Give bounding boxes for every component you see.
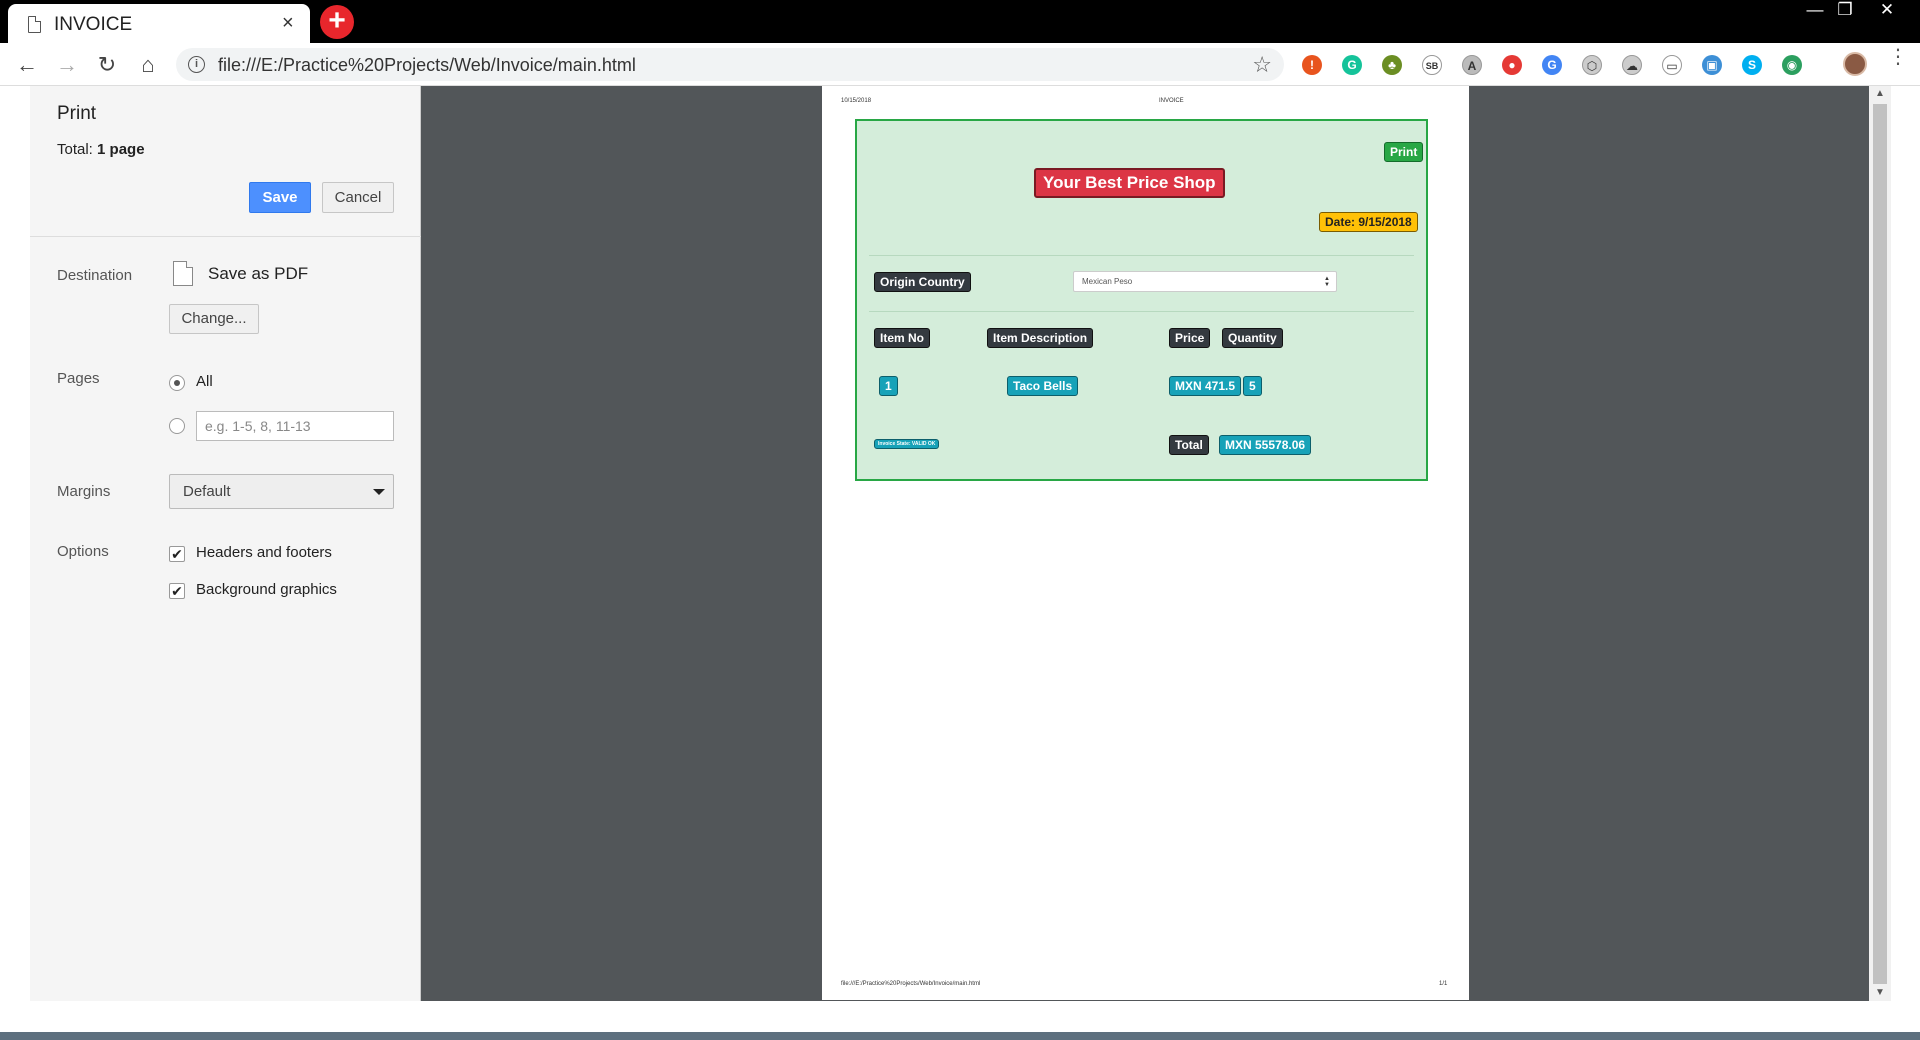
background-graphics-checkbox[interactable]: ✔ <box>169 583 185 599</box>
date-badge: Date: 9/15/2018 <box>1319 212 1418 232</box>
destination-label: Destination <box>57 267 133 284</box>
pages-label: Pages <box>57 370 100 387</box>
preview-page: 10/15/2018 INVOICE Print Your Best Price… <box>822 86 1469 1000</box>
invoice-card: Print Your Best Price Shop Date: 9/15/20… <box>855 119 1428 481</box>
margins-value: Default <box>183 483 231 500</box>
address-bar[interactable]: i file:///E:/Practice%20Projects/Web/Inv… <box>176 48 1284 81</box>
print-title: Print <box>57 103 97 124</box>
pages-custom-radio[interactable] <box>169 418 185 434</box>
sb-extension-icon[interactable]: SB <box>1422 55 1442 75</box>
url-text[interactable]: file:///E:/Practice%20Projects/Web/Invoi… <box>218 55 636 76</box>
tab-title: INVOICE <box>54 14 133 35</box>
info-icon[interactable]: i <box>188 56 205 73</box>
margins-select[interactable]: Default <box>169 474 394 509</box>
options-label: Options <box>57 543 109 560</box>
change-destination-button[interactable]: Change... <box>169 304 259 334</box>
new-tab-button[interactable]: + <box>320 5 354 39</box>
divider <box>30 236 421 237</box>
skype-extension-icon[interactable]: S <box>1742 55 1762 75</box>
col-price: Price <box>1169 328 1211 348</box>
pages-all-label: All <box>196 373 213 390</box>
item-no-value: 1 <box>879 376 898 396</box>
tab-invoice[interactable]: INVOICE × <box>8 4 310 43</box>
pdf-file-icon <box>173 261 193 286</box>
headers-footers-checkbox[interactable]: ✔ <box>169 546 185 562</box>
pages-custom-input[interactable]: e.g. 1-5, 8, 11-13 <box>196 411 394 441</box>
print-sidebar: Print Total: 1 page Save Cancel Destinat… <box>30 86 421 1001</box>
margins-label: Margins <box>57 483 111 500</box>
cast-extension-icon[interactable]: ▭ <box>1662 55 1682 75</box>
cloud-extension-icon[interactable]: ☁ <box>1622 55 1642 75</box>
scroll-down-icon[interactable]: ▼ <box>1875 987 1885 998</box>
page-icon <box>28 16 41 33</box>
item-price-value: MXN 471.5 <box>1169 376 1242 396</box>
alert-extension-icon[interactable]: ! <box>1302 55 1322 75</box>
total-value-badge: MXN 55578.06 <box>1219 435 1312 455</box>
select-arrows-icon: ▲ ▼ <box>1324 276 1330 288</box>
invoice-state-badge: Invoice State: VALID OK <box>874 439 940 449</box>
item-description-value: Taco Bells <box>1007 376 1079 396</box>
cube-extension-icon[interactable]: ⬡ <box>1582 55 1602 75</box>
preview-scrollbar[interactable]: ▲ ▼ <box>1869 86 1891 1001</box>
unknown-extension-icon[interactable]: A <box>1462 55 1482 75</box>
origin-country-label: Origin Country <box>874 272 971 292</box>
destination-value: Save as PDF <box>208 264 309 283</box>
scroll-thumb[interactable] <box>1873 104 1887 984</box>
total-label-badge: Total <box>1169 435 1209 455</box>
col-quantity: Quantity <box>1222 328 1283 348</box>
globe-extension-icon[interactable]: ◉ <box>1782 55 1802 75</box>
save-button[interactable]: Save <box>249 182 311 213</box>
menu-icon[interactable]: ⋮ <box>1888 47 1908 67</box>
cancel-button[interactable]: Cancel <box>322 182 394 213</box>
scroll-up-icon[interactable]: ▲ <box>1875 88 1885 99</box>
page-header-date: 10/15/2018 <box>841 98 872 104</box>
translate-extension-icon[interactable]: G <box>1542 55 1562 75</box>
currency-select[interactable]: Mexican Peso ▲ ▼ <box>1073 271 1337 292</box>
headers-footers-label: Headers and footers <box>196 544 332 561</box>
page-footer-url: file:///E:/Practice%20Projects/Web/Invoi… <box>841 981 981 987</box>
tab-close-icon[interactable]: × <box>282 12 294 35</box>
print-total: Total: 1 page <box>57 141 145 158</box>
total-value: 1 page <box>97 141 145 158</box>
bookmark-star-icon[interactable]: ☆ <box>1252 52 1272 78</box>
col-item-no: Item No <box>874 328 931 348</box>
taskbar <box>0 1032 1920 1040</box>
profile-avatar[interactable] <box>1843 52 1867 76</box>
card-divider <box>869 311 1414 312</box>
background-graphics-label: Background graphics <box>196 581 337 598</box>
tab-strip: INVOICE × + — ❐ ✕ <box>0 0 1920 43</box>
currency-value: Mexican Peso <box>1082 277 1133 286</box>
total-label: Total: <box>57 141 93 158</box>
page-header-title: INVOICE <box>1159 98 1184 104</box>
page-footer-number: 1/1 <box>1439 981 1448 987</box>
stop-extension-icon[interactable]: ● <box>1502 55 1522 75</box>
close-window-button[interactable]: ✕ <box>1874 0 1900 22</box>
home-icon[interactable]: ⌂ <box>135 52 161 78</box>
invoice-print-button[interactable]: Print <box>1384 142 1424 162</box>
minimize-button[interactable]: — <box>1802 0 1828 22</box>
reload-icon[interactable]: ↻ <box>94 52 120 78</box>
browser-toolbar: ← → ↻ ⌂ i file:///E:/Practice%20Projects… <box>0 43 1920 86</box>
dropdown-caret-icon <box>373 489 385 495</box>
restore-button[interactable]: ❐ <box>1832 0 1858 22</box>
back-icon[interactable]: ← <box>14 52 40 78</box>
forward-icon[interactable]: → <box>54 52 80 78</box>
shop-name-badge: Your Best Price Shop <box>1034 168 1225 198</box>
grammarly-extension-icon[interactable]: G <box>1342 55 1362 75</box>
item-quantity-value: 5 <box>1243 376 1262 396</box>
plant-extension-icon[interactable]: ♣ <box>1382 55 1402 75</box>
pages-all-radio[interactable] <box>169 375 185 391</box>
col-item-description: Item Description <box>987 328 1094 348</box>
card-divider <box>869 255 1414 256</box>
desktop-extension-icon[interactable]: ▣ <box>1702 55 1722 75</box>
